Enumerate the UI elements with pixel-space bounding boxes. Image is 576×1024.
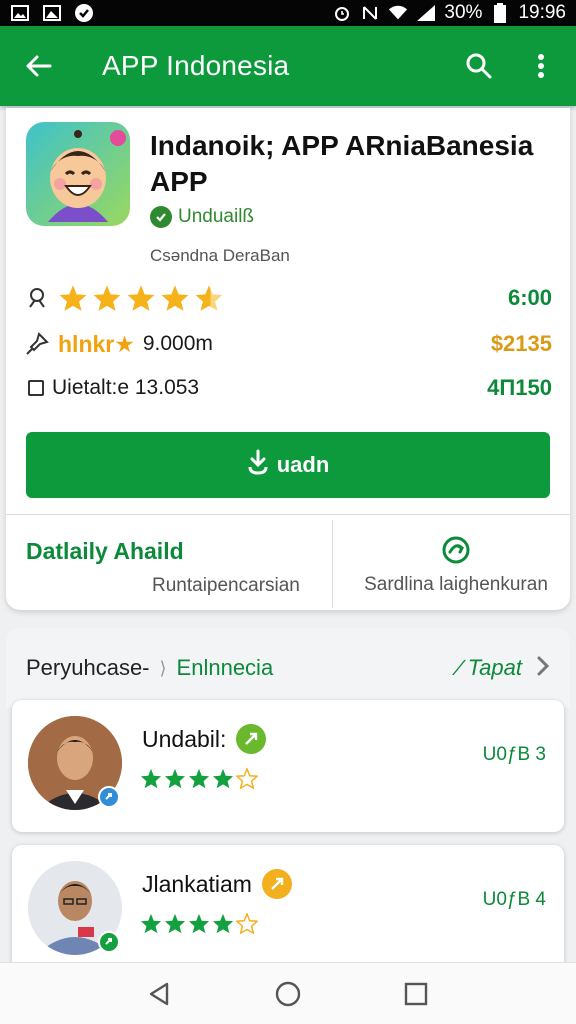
see-all-label: ∕ Tapat bbox=[457, 655, 522, 680]
breadcrumb-item[interactable]: Peryuhcase- bbox=[26, 655, 150, 681]
star-icon bbox=[212, 913, 234, 934]
star-icon bbox=[127, 285, 155, 311]
app-name: Indanoik; APP ARniaBanesia APP bbox=[150, 130, 534, 197]
star-icon bbox=[140, 913, 162, 934]
breadcrumb-item-active[interactable]: Enlnnecia bbox=[177, 655, 274, 681]
wifi-icon bbox=[388, 4, 408, 22]
pin-icon bbox=[24, 331, 50, 357]
star-icon bbox=[161, 285, 189, 311]
downloads-label: hlnkr★ bbox=[58, 330, 135, 357]
rating-value: 6:00 bbox=[507, 285, 552, 310]
details-section[interactable]: Datlaily Ahaild Runtaipencarsian bbox=[26, 538, 326, 597]
reviews-section-header: Peryuhcase- ⟩ Enlnnecia ∕ Tapat bbox=[6, 628, 570, 708]
reviewer-name: Undabil: bbox=[142, 725, 227, 752]
app-subtitle: Csəndna DeraBan bbox=[150, 246, 290, 265]
bolt-badge-icon bbox=[261, 869, 292, 899]
downloads-row: hlnkr★ 9.000m $2135 bbox=[24, 326, 552, 362]
star-icon bbox=[140, 768, 162, 789]
battery-percent: 30% bbox=[444, 2, 483, 23]
star-icon bbox=[164, 768, 186, 789]
developer-link[interactable]: Unduailß bbox=[150, 206, 254, 228]
half-star-icon bbox=[195, 285, 223, 311]
nav-home-icon[interactable] bbox=[268, 974, 308, 1014]
star-icon bbox=[164, 913, 186, 934]
downloads-value: 9.000m bbox=[142, 332, 213, 355]
share-section[interactable]: Sardlina laighenkuran bbox=[342, 534, 570, 596]
page-title: APP Indonesia bbox=[102, 50, 290, 81]
developer-name: Unduailß bbox=[178, 206, 255, 227]
status-bar: 30% 19:96 bbox=[0, 0, 576, 26]
battery-icon bbox=[490, 3, 510, 23]
review-card[interactable]: Undabil: U0ƒB 3 bbox=[12, 700, 564, 832]
install-button[interactable]: uadn bbox=[26, 432, 550, 498]
person-pin-icon bbox=[24, 285, 50, 311]
star-icon bbox=[188, 913, 210, 934]
share-icon bbox=[342, 534, 570, 566]
reviewer-name: Jlankatiam bbox=[142, 870, 252, 897]
star-icon bbox=[93, 285, 121, 311]
download-icon bbox=[247, 449, 269, 481]
divider bbox=[332, 520, 333, 608]
verified-badge-icon bbox=[98, 786, 120, 808]
app-detail-card: Indanoik; APP ARniaBanesia APP Unduailß … bbox=[6, 108, 570, 610]
reviewer-name-row: Undabil: bbox=[142, 724, 267, 754]
see-all-link[interactable]: ∕ Tapat bbox=[458, 653, 550, 684]
star-outline-icon bbox=[236, 768, 258, 789]
installs-row: Uietalt:e 13.053 4Π150 bbox=[24, 370, 552, 406]
install-button-label: uadn bbox=[276, 452, 330, 477]
installs-label: Uietalt:e 13.053 bbox=[52, 376, 200, 399]
system-nav-bar bbox=[0, 962, 576, 1024]
review-stars bbox=[140, 913, 258, 934]
installs-extra: 4Π150 bbox=[487, 375, 552, 400]
alarm-icon bbox=[332, 4, 352, 22]
reviewer-name-row: Jlankatiam bbox=[142, 869, 292, 899]
checkbox-icon bbox=[28, 380, 44, 396]
nfc-icon bbox=[360, 4, 380, 22]
signal-icon bbox=[416, 4, 436, 22]
more-options-icon[interactable] bbox=[524, 46, 558, 86]
star-outline-icon bbox=[236, 913, 258, 934]
chevron-right-icon bbox=[536, 653, 550, 684]
back-arrow-icon[interactable] bbox=[18, 46, 58, 86]
rating-row: 6:00 bbox=[24, 280, 552, 316]
nav-recents-icon[interactable] bbox=[396, 974, 436, 1014]
clock: 19:96 bbox=[518, 2, 566, 23]
downloads-extra: $2135 bbox=[490, 331, 552, 356]
star-icon bbox=[59, 285, 87, 311]
review-tag: U0ƒB 3 bbox=[482, 744, 546, 765]
share-subtitle: Sardlina laighenkuran bbox=[364, 574, 548, 595]
rating-stars bbox=[58, 284, 224, 312]
search-icon[interactable] bbox=[462, 46, 496, 86]
review-tag: U0ƒB 4 bbox=[482, 889, 546, 910]
gallery-notification-icon bbox=[42, 4, 62, 22]
review-stars bbox=[140, 768, 258, 789]
app-notification-icon bbox=[74, 4, 94, 22]
star-icon bbox=[188, 768, 210, 789]
image-notification-icon bbox=[10, 4, 30, 22]
details-subtitle: Runtaipencarsian bbox=[152, 575, 300, 596]
verified-badge-icon bbox=[98, 931, 120, 953]
developer-badge-icon bbox=[150, 206, 172, 228]
divider bbox=[6, 514, 570, 515]
star-icon bbox=[212, 768, 234, 789]
leaf-badge-icon bbox=[236, 724, 267, 754]
nav-back-icon[interactable] bbox=[140, 974, 180, 1014]
breadcrumb-separator: ⟩ bbox=[159, 657, 167, 678]
app-icon bbox=[26, 122, 130, 226]
details-title: Datlaily Ahaild bbox=[26, 538, 184, 564]
app-bar: APP Indonesia bbox=[0, 26, 576, 106]
